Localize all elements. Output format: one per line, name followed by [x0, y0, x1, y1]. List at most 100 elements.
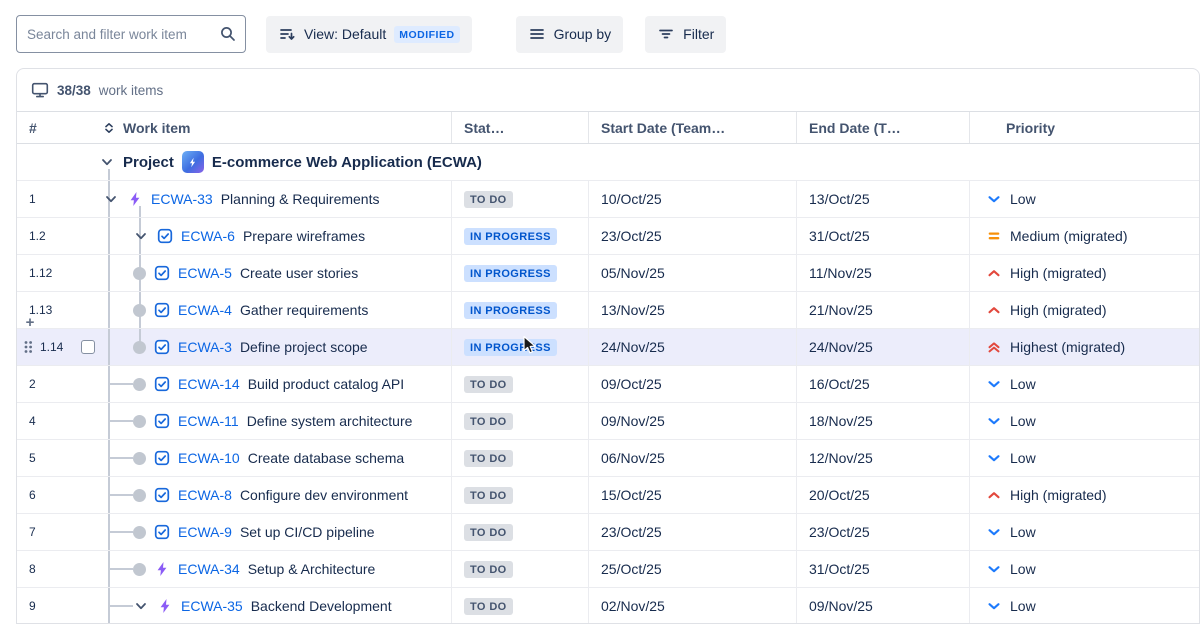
group-by-button[interactable]: Group by: [516, 16, 624, 53]
drag-handle-icon[interactable]: [23, 339, 33, 355]
end-date-cell[interactable]: 24/Nov/25: [796, 329, 969, 365]
start-date-cell[interactable]: 25/Oct/25: [588, 551, 796, 587]
tree-connector: [108, 531, 133, 533]
column-header-start-date[interactable]: Start Date (Team…: [588, 112, 796, 143]
end-date-cell[interactable]: 31/Oct/25: [796, 218, 969, 254]
end-date-cell[interactable]: 11/Nov/25: [796, 255, 969, 291]
start-date-cell[interactable]: 05/Nov/25: [588, 255, 796, 291]
end-date-cell[interactable]: 12/Nov/25: [796, 440, 969, 476]
work-item-key[interactable]: ECWA-9: [178, 524, 232, 540]
work-item-cell: ECWA-8 Configure dev environment: [97, 477, 451, 513]
priority-cell[interactable]: Highest (migrated): [969, 329, 1199, 365]
start-date-cell[interactable]: 06/Nov/25: [588, 440, 796, 476]
start-date-cell[interactable]: 23/Oct/25: [588, 218, 796, 254]
priority-cell[interactable]: Low: [969, 440, 1199, 476]
status-badge[interactable]: TO DO: [464, 413, 513, 430]
end-date-cell[interactable]: 20/Oct/25: [796, 477, 969, 513]
priority-cell[interactable]: Medium (migrated): [969, 218, 1199, 254]
table-row[interactable]: 9 ECWA-35 Backend Development TO DO 02/N…: [17, 588, 1199, 624]
table-row[interactable]: 2 ECWA-14 Build product catalog API TO D…: [17, 366, 1199, 403]
tree-connector: [108, 383, 133, 385]
work-item-key[interactable]: ECWA-14: [178, 376, 240, 392]
priority-cell[interactable]: High (migrated): [969, 255, 1199, 291]
status-badge[interactable]: IN PROGRESS: [464, 339, 557, 356]
work-item-key[interactable]: ECWA-11: [178, 413, 239, 429]
priority-cell[interactable]: Low: [969, 551, 1199, 587]
chevron-down-icon[interactable]: [133, 598, 149, 614]
end-date-cell[interactable]: 31/Oct/25: [796, 551, 969, 587]
end-date-cell[interactable]: 18/Nov/25: [796, 403, 969, 439]
table-row[interactable]: 1.12 ECWA-5 Create user stories IN PROGR…: [17, 255, 1199, 292]
table-row[interactable]: 7 ECWA-9 Set up CI/CD pipeline TO DO 23/…: [17, 514, 1199, 551]
column-header-priority[interactable]: Priority: [969, 112, 1199, 143]
priority-cell[interactable]: High (migrated): [969, 292, 1199, 328]
start-date-cell[interactable]: 10/Oct/25: [588, 181, 796, 217]
status-badge[interactable]: IN PROGRESS: [464, 302, 557, 319]
end-date-cell[interactable]: 23/Oct/25: [796, 514, 969, 550]
column-header-end-date[interactable]: End Date (T…: [796, 112, 969, 143]
priority-cell[interactable]: Low: [969, 366, 1199, 402]
start-date-cell[interactable]: 02/Nov/25: [588, 588, 796, 624]
status-badge[interactable]: TO DO: [464, 561, 513, 578]
table-row[interactable]: 5 ECWA-10 Create database schema TO DO 0…: [17, 440, 1199, 477]
start-date-cell[interactable]: 09/Nov/25: [588, 403, 796, 439]
status-badge[interactable]: TO DO: [464, 191, 513, 208]
end-date-cell[interactable]: 16/Oct/25: [796, 366, 969, 402]
priority-cell[interactable]: Low: [969, 588, 1199, 624]
end-date-cell[interactable]: 21/Nov/25: [796, 292, 969, 328]
end-date-cell[interactable]: 09/Nov/25: [796, 588, 969, 624]
view-button[interactable]: View: Default MODIFIED: [266, 16, 472, 53]
table-row[interactable]: 1 ECWA-33 Planning & Requirements TO DO …: [17, 181, 1199, 218]
work-item-cell: ECWA-35 Backend Development: [97, 588, 451, 624]
column-header-status[interactable]: Stat…: [451, 112, 588, 143]
collapse-all-icon[interactable]: [101, 120, 117, 136]
add-row-button[interactable]: +: [22, 315, 38, 331]
task-icon: [154, 487, 170, 503]
start-date-cell[interactable]: 15/Oct/25: [588, 477, 796, 513]
filter-button[interactable]: Filter: [645, 16, 726, 53]
start-date-cell[interactable]: 23/Oct/25: [588, 514, 796, 550]
work-item-key[interactable]: ECWA-10: [178, 450, 240, 466]
work-item-key[interactable]: ECWA-35: [181, 598, 243, 614]
priority-cell[interactable]: High (migrated): [969, 477, 1199, 513]
work-item-key[interactable]: ECWA-5: [178, 265, 232, 281]
task-icon: [157, 228, 173, 244]
status-badge[interactable]: TO DO: [464, 450, 513, 467]
work-item-key[interactable]: ECWA-33: [151, 191, 213, 207]
start-date-cell[interactable]: 24/Nov/25: [588, 329, 796, 365]
row-number-cell: 6: [17, 477, 97, 513]
table-row[interactable]: 6 ECWA-8 Configure dev environment TO DO…: [17, 477, 1199, 514]
work-item-key[interactable]: ECWA-34: [178, 561, 240, 577]
status-cell: TO DO: [451, 477, 588, 513]
group-row-project[interactable]: Project E-commerce Web Application (ECWA…: [17, 144, 1199, 181]
work-item-key[interactable]: ECWA-4: [178, 302, 232, 318]
chevron-down-icon[interactable]: [133, 228, 149, 244]
priority-cell[interactable]: Low: [969, 403, 1199, 439]
table-row[interactable]: 1.14 ECWA-3 Define project scope IN PROG…: [17, 329, 1199, 366]
end-date-cell[interactable]: 13/Oct/25: [796, 181, 969, 217]
work-item-key[interactable]: ECWA-8: [178, 487, 232, 503]
work-item-key[interactable]: ECWA-3: [178, 339, 232, 355]
table-row[interactable]: 1.2 ECWA-6 Prepare wireframes IN PROGRES…: [17, 218, 1199, 255]
search-input[interactable]: [16, 15, 246, 53]
status-badge[interactable]: TO DO: [464, 598, 513, 615]
table-row[interactable]: 8 ECWA-34 Setup & Architecture TO DO 25/…: [17, 551, 1199, 588]
start-date-cell[interactable]: 13/Nov/25: [588, 292, 796, 328]
priority-cell[interactable]: Low: [969, 514, 1199, 550]
search-icon[interactable]: [219, 25, 237, 43]
table-row[interactable]: 1.13 ECWA-4 Gather requirements IN PROGR…: [17, 292, 1199, 329]
start-date-cell[interactable]: 09/Oct/25: [588, 366, 796, 402]
column-header-number[interactable]: #: [17, 112, 97, 143]
column-header-work-item[interactable]: Work item: [97, 112, 451, 143]
work-item-key[interactable]: ECWA-6: [181, 228, 235, 244]
status-badge[interactable]: IN PROGRESS: [464, 228, 557, 245]
priority-cell[interactable]: Low: [969, 181, 1199, 217]
status-badge[interactable]: TO DO: [464, 487, 513, 504]
chevron-down-icon[interactable]: [103, 191, 119, 207]
table-row[interactable]: 4 ECWA-11 Define system architecture TO …: [17, 403, 1199, 440]
chevron-down-icon[interactable]: [99, 154, 115, 170]
status-badge[interactable]: TO DO: [464, 376, 513, 393]
status-badge[interactable]: IN PROGRESS: [464, 265, 557, 282]
row-checkbox[interactable]: [81, 340, 95, 354]
status-badge[interactable]: TO DO: [464, 524, 513, 541]
